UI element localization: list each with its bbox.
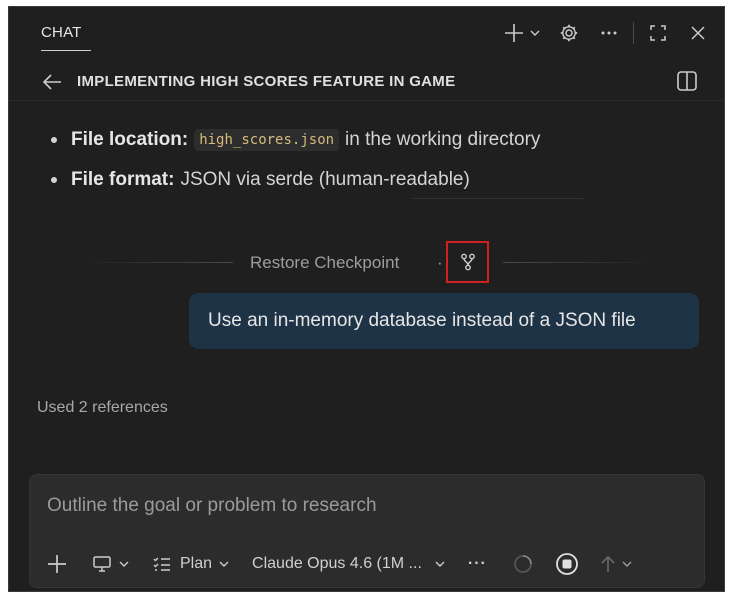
back-button[interactable]: [41, 72, 63, 92]
add-context-button[interactable]: [46, 553, 68, 575]
close-icon: [691, 26, 705, 40]
close-button[interactable]: [688, 23, 708, 43]
model-label: Claude Opus 4.6 (1M ...: [252, 555, 422, 572]
more-options-button[interactable]: ···: [468, 555, 487, 573]
bullet-label: File location:: [71, 129, 189, 150]
toggle-layout-button[interactable]: [676, 70, 698, 92]
tab-chat[interactable]: CHAT: [41, 24, 82, 41]
chat-panel: CHAT IMPLEMENTING HIGH SCORES FEATURE IN…: [8, 6, 725, 592]
top-actions: [503, 19, 708, 47]
arrow-up-icon: [601, 555, 615, 572]
settings-button[interactable]: [559, 23, 579, 43]
divider: [413, 198, 583, 199]
stop-button[interactable]: [555, 552, 579, 576]
spinner-icon: [514, 555, 532, 573]
stop-icon: [555, 553, 578, 575]
bullet-text: in the working directory: [345, 129, 541, 150]
checklist-icon: [153, 557, 170, 571]
used-references-toggle[interactable]: Used 2 references: [37, 399, 168, 417]
model-picker-button[interactable]: Claude Opus 4.6 (1M ...: [252, 555, 446, 573]
list-item: File location: high_scores.json in the w…: [49, 120, 540, 160]
composer-toolbar: Plan Claude Opus 4.6 (1M ... ···: [46, 549, 633, 579]
arrow-left-icon: [42, 74, 61, 90]
checkpoint-separator: ·: [437, 253, 443, 272]
gear-icon: [560, 24, 578, 42]
maximize-icon: [650, 25, 666, 41]
bullet-text: JSON via serde (human-readable): [180, 169, 470, 190]
chevron-down-icon: [622, 561, 632, 567]
chat-input[interactable]: [47, 495, 667, 517]
plus-icon: [505, 24, 523, 42]
inline-code: high_scores.json: [194, 129, 340, 151]
more-actions-button[interactable]: [599, 23, 619, 43]
restore-checkpoint-link[interactable]: Restore Checkpoint: [250, 253, 399, 273]
fork-icon: [460, 253, 475, 271]
new-chat-dropdown[interactable]: [529, 27, 541, 39]
checkpoint-divider-left: [79, 262, 233, 263]
chat-title: IMPLEMENTING HIGH SCORES FEATURE IN GAME: [77, 73, 456, 90]
chat-header: IMPLEMENTING HIGH SCORES FEATURE IN GAME: [9, 61, 724, 101]
plus-icon: [48, 555, 66, 573]
bullet-label: File format:: [71, 169, 175, 190]
more-icon: [601, 31, 617, 35]
mode-picker-button[interactable]: Plan: [152, 555, 230, 573]
response-list: File location: high_scores.json in the w…: [49, 120, 540, 200]
chevron-down-icon: [435, 561, 445, 567]
checkpoint-divider-right: [503, 262, 659, 263]
chevron-down-icon: [119, 561, 129, 567]
chat-composer: Plan Claude Opus 4.6 (1M ... ···: [29, 474, 705, 588]
layout-icon: [677, 71, 697, 91]
new-chat-button[interactable]: [503, 22, 525, 44]
list-item: File format: JSON via serde (human-reada…: [49, 160, 540, 200]
tab-active-indicator: [41, 50, 91, 51]
chevron-down-icon: [530, 30, 540, 36]
checkpoint-fork-button[interactable]: [446, 241, 489, 283]
mode-label: Plan: [180, 555, 213, 572]
toolbar-separator: [633, 22, 634, 44]
send-button[interactable]: [599, 554, 633, 574]
chat-tabbar: CHAT: [9, 7, 724, 61]
chevron-down-icon: [219, 561, 229, 567]
maximize-button[interactable]: [648, 23, 668, 43]
user-message-bubble[interactable]: Use an in-memory database instead of a J…: [189, 293, 699, 349]
progress-spinner: [513, 554, 533, 574]
monitor-icon: [93, 556, 111, 572]
user-message-text: Use an in-memory database instead of a J…: [208, 310, 636, 331]
target-picker-button[interactable]: [92, 555, 130, 573]
